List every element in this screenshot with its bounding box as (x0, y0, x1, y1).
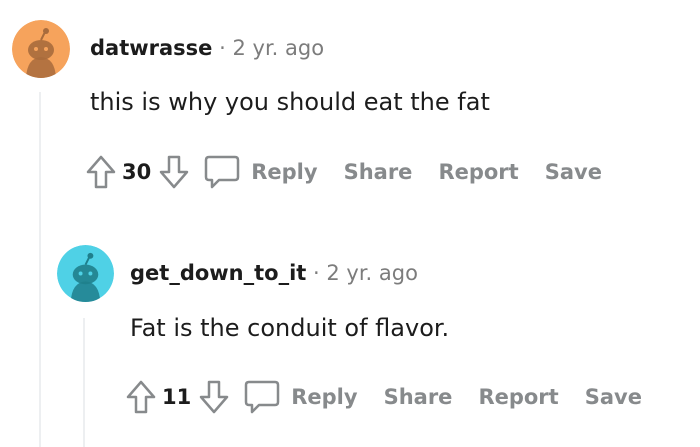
username[interactable]: datwrasse (90, 36, 212, 60)
comment-meta: get_down_to_it · 2 yr. ago (130, 261, 418, 285)
thread-line-2[interactable] (83, 318, 85, 447)
separator: · (219, 36, 226, 60)
avatar[interactable] (12, 20, 70, 78)
thread-line-1[interactable] (39, 92, 41, 447)
comment-bubble-icon (243, 379, 281, 415)
snoo-avatar-icon (57, 245, 114, 302)
comment-meta: datwrasse · 2 yr. ago (90, 36, 324, 60)
comment-body: Fat is the conduit of flavor. (130, 314, 450, 342)
separator: · (313, 261, 320, 285)
vote-count: 30 (122, 160, 152, 184)
save-button[interactable]: Save (585, 385, 642, 409)
save-button[interactable]: Save (545, 160, 602, 184)
reply-label: Reply (251, 160, 318, 184)
avatar[interactable] (57, 245, 114, 302)
report-button[interactable]: Report (478, 385, 558, 409)
timestamp[interactable]: 2 yr. ago (326, 261, 418, 285)
comment-body: this is why you should eat the fat (90, 88, 490, 116)
reply-button[interactable]: Reply (203, 154, 318, 190)
upvote-icon[interactable] (86, 155, 116, 189)
downvote-icon[interactable] (199, 380, 229, 414)
comment-bubble-icon (203, 154, 241, 190)
report-button[interactable]: Report (438, 160, 518, 184)
vote-count: 11 (162, 385, 192, 409)
username[interactable]: get_down_to_it (130, 261, 306, 285)
timestamp[interactable]: 2 yr. ago (232, 36, 324, 60)
reply-label: Reply (291, 385, 358, 409)
share-button[interactable]: Share (344, 160, 413, 184)
downvote-icon[interactable] (159, 155, 189, 189)
share-button[interactable]: Share (384, 385, 453, 409)
reply-button[interactable]: Reply (243, 379, 358, 415)
comment-actions: 11 Reply Share Report Save (126, 377, 642, 417)
comment-actions: 30 Reply Share Report Save (86, 152, 628, 192)
upvote-icon[interactable] (126, 380, 156, 414)
snoo-avatar-icon (12, 20, 70, 78)
